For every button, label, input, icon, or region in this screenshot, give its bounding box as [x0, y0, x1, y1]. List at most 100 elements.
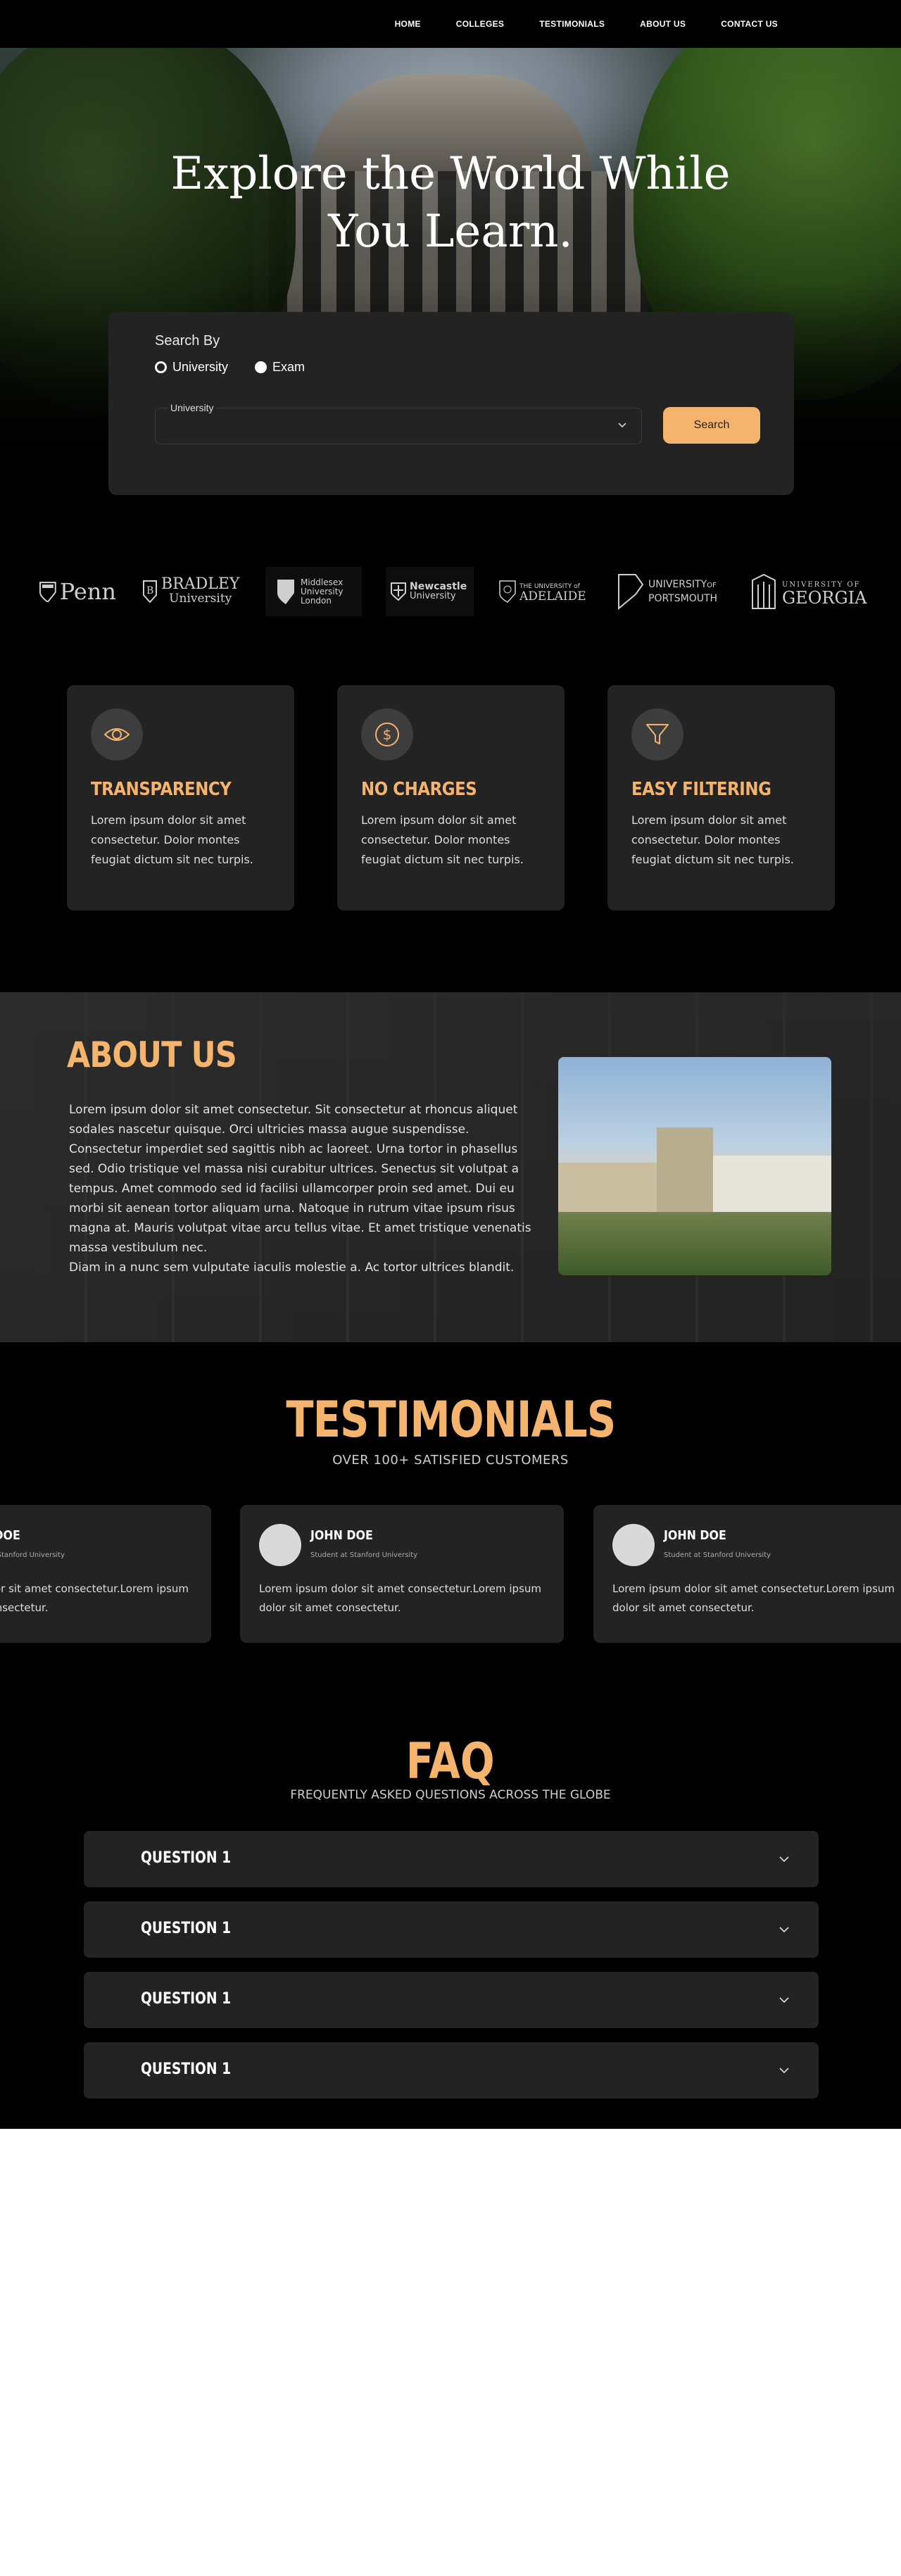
testimonials-title: TESTIMONIALS [0, 1391, 901, 1449]
chevron-down-icon[interactable] [778, 1923, 790, 1936]
eye-icon [103, 728, 130, 741]
feature-text: Lorem ipsum dolor sit amet consectetur. … [91, 813, 253, 866]
nav-item-home[interactable]: HOME [395, 19, 421, 29]
chevron-down-icon[interactable] [778, 1994, 790, 2006]
hero-title-line-2: You Learn. [328, 206, 573, 258]
dark-section: HOME COLLEGES TESTIMONIALS ABOUT US CONT… [0, 0, 901, 2129]
about-paragraph-main: Lorem ipsum dolor sit amet consectetur. … [69, 1103, 531, 1255]
search-button[interactable]: Search [663, 407, 760, 444]
faq-title-text: FAQ [406, 1732, 495, 1790]
search-card: Search By University Exam University Sea… [108, 312, 794, 495]
avatar [259, 1524, 301, 1566]
nav-item-colleges[interactable]: COLLEGES [456, 19, 504, 29]
search-by-heading: Search By [155, 333, 220, 349]
logo-middlesex-name: Middlesex [301, 577, 344, 587]
about-paragraph-end: Diam in a nunc sem vulputate iaculis mol… [69, 1261, 515, 1275]
feature-card-easy-filtering: EASY FILTERING Lorem ipsum dolor sit ame… [607, 685, 835, 911]
faq-question: QUESTION 1 [141, 1920, 232, 1937]
faq-item[interactable]: QUESTION 1 [84, 2042, 819, 2099]
filter-icon [646, 724, 669, 744]
faq-question: QUESTION 1 [141, 1849, 232, 1867]
faq-question: QUESTION 1 [141, 2061, 232, 2078]
testimonial-name: JOHN DOE [0, 1528, 20, 1543]
testimonial-role: Student at Stanford University [664, 1551, 771, 1559]
logo-newcastle-sub: University [410, 591, 456, 601]
feature-text: Lorem ipsum dolor sit amet consectetur. … [631, 813, 794, 866]
logo-penn-text: Penn [59, 578, 116, 605]
logo-portsmouth-name: UNIVERSITY [648, 579, 707, 590]
hero-title-line-1: Explore the World While [170, 148, 731, 200]
faq-item[interactable]: QUESTION 1 [84, 1972, 819, 2028]
logo-newcastle: Newcastle University [386, 567, 474, 616]
chevron-down-icon[interactable] [778, 1853, 790, 1865]
svg-text:B: B [146, 585, 153, 596]
feature-icon-circle: $ [361, 708, 413, 761]
chevron-down-icon[interactable] [778, 2064, 790, 2077]
testimonial-role: Student at Stanford University [0, 1551, 65, 1559]
testimonial-name: JOHN DOE [664, 1528, 726, 1543]
logo-newcastle-name: Newcastle [410, 581, 467, 592]
testimonial-quote: Lorem ipsum dolor sit amet consectetur.L… [612, 1582, 895, 1614]
testimonial-role: Student at Stanford University [310, 1551, 418, 1559]
top-navbar: HOME COLLEGES TESTIMONIALS ABOUT US CONT… [0, 0, 901, 48]
logo-bradley-name: BRADLEY [161, 575, 240, 593]
nav-item-about-us[interactable]: ABOUT US [640, 19, 686, 29]
faq-subtitle: FREQUENTLY ASKED QUESTIONS ACROSS THE GL… [290, 1788, 611, 1802]
logo-portsmouth-of: OF [707, 582, 717, 589]
about-title: ABOUT US [67, 1034, 237, 1075]
feature-card-no-charges: $ NO CHARGES Lorem ipsum dolor sit amet … [337, 685, 565, 911]
radio-exam-label: Exam [272, 360, 305, 374]
about-campus-image [558, 1057, 831, 1275]
testimonials-subtitle: OVER 100+ SATISFIED CUSTOMERS [332, 1453, 569, 1468]
radio-university[interactable]: University [155, 360, 228, 375]
chevron-down-icon [618, 423, 626, 428]
georgia-arch-icon [752, 573, 776, 609]
radio-university-indicator[interactable] [155, 361, 167, 373]
logo-bradley: B BRADLEY University [142, 567, 244, 616]
logo-adelaide-name: ADELAIDE [519, 589, 586, 604]
logo-portsmouth: UNIVERSITYOF PORTSMOUTH [616, 567, 729, 616]
search-type-radio-group: University Exam [155, 360, 305, 375]
feature-title: TRANSPARENCY [91, 779, 232, 800]
nav-item-testimonials[interactable]: TESTIMONIALS [539, 19, 605, 29]
testimonial-card: JOHN DOE Student at Stanford University … [240, 1505, 564, 1643]
faq-item[interactable]: QUESTION 1 [84, 1831, 819, 1887]
university-select[interactable] [155, 408, 642, 444]
logo-georgia-name: GEORGIA [782, 588, 867, 608]
testimonials-title-text: TESTIMONIALS [285, 1391, 616, 1449]
faq-item[interactable]: QUESTION 1 [84, 1901, 819, 1958]
bradley-shield-icon: B [143, 580, 157, 604]
campus-building-right [713, 1156, 831, 1212]
avatar [612, 1524, 655, 1566]
svg-text:$: $ [383, 726, 392, 743]
logo-middlesex-text: Middlesex University London [301, 577, 344, 606]
logo-bradley-text: BRADLEY University [161, 577, 239, 606]
radio-university-label: University [172, 360, 229, 374]
testimonial-card: JOHN DOE Student at Stanford University … [593, 1505, 901, 1643]
radio-exam-indicator[interactable] [255, 361, 267, 373]
logo-georgia-text: UNIVERSITY OF GEORGIA [782, 579, 867, 608]
nav-item-contact-us[interactable]: CONTACT US [721, 19, 778, 29]
about-section: ABOUT US Lorem ipsum dolor sit amet cons… [0, 992, 901, 1342]
testimonial-card: JOHN DOE Student at Stanford University … [0, 1505, 211, 1643]
feature-icon-circle [631, 708, 683, 761]
hero-title: Explore the World While You Learn. [0, 145, 901, 261]
portsmouth-emblem-icon [618, 574, 644, 611]
testimonial-name: JOHN DOE [310, 1528, 373, 1543]
feature-title: NO CHARGES [361, 779, 477, 800]
campus-chapel [657, 1127, 713, 1212]
logo-adelaide-text: THE UNIVERSITY of ADELAIDE [519, 582, 586, 604]
logo-middlesex: Middlesex University London [265, 567, 362, 616]
feature-icon-circle [91, 708, 143, 761]
logo-georgia: UNIVERSITY OF GEORGIA [750, 567, 869, 616]
feature-text: Lorem ipsum dolor sit amet consectetur. … [361, 813, 524, 866]
nav-menu: HOME COLLEGES TESTIMONIALS ABOUT US CONT… [395, 19, 778, 29]
campus-building-left [558, 1163, 657, 1212]
logo-portsmouth-sub: PORTSMOUTH [648, 593, 718, 604]
page: HOME COLLEGES TESTIMONIALS ABOUT US CONT… [0, 0, 901, 2576]
logo-middlesex-sub: University [301, 586, 344, 596]
middlesex-crest-icon [277, 580, 294, 604]
university-logos-strip: Penn B BRADLEY University Middlesex Univ… [0, 567, 901, 616]
radio-exam[interactable]: Exam [255, 360, 305, 375]
logo-bradley-sub: University [169, 592, 232, 606]
